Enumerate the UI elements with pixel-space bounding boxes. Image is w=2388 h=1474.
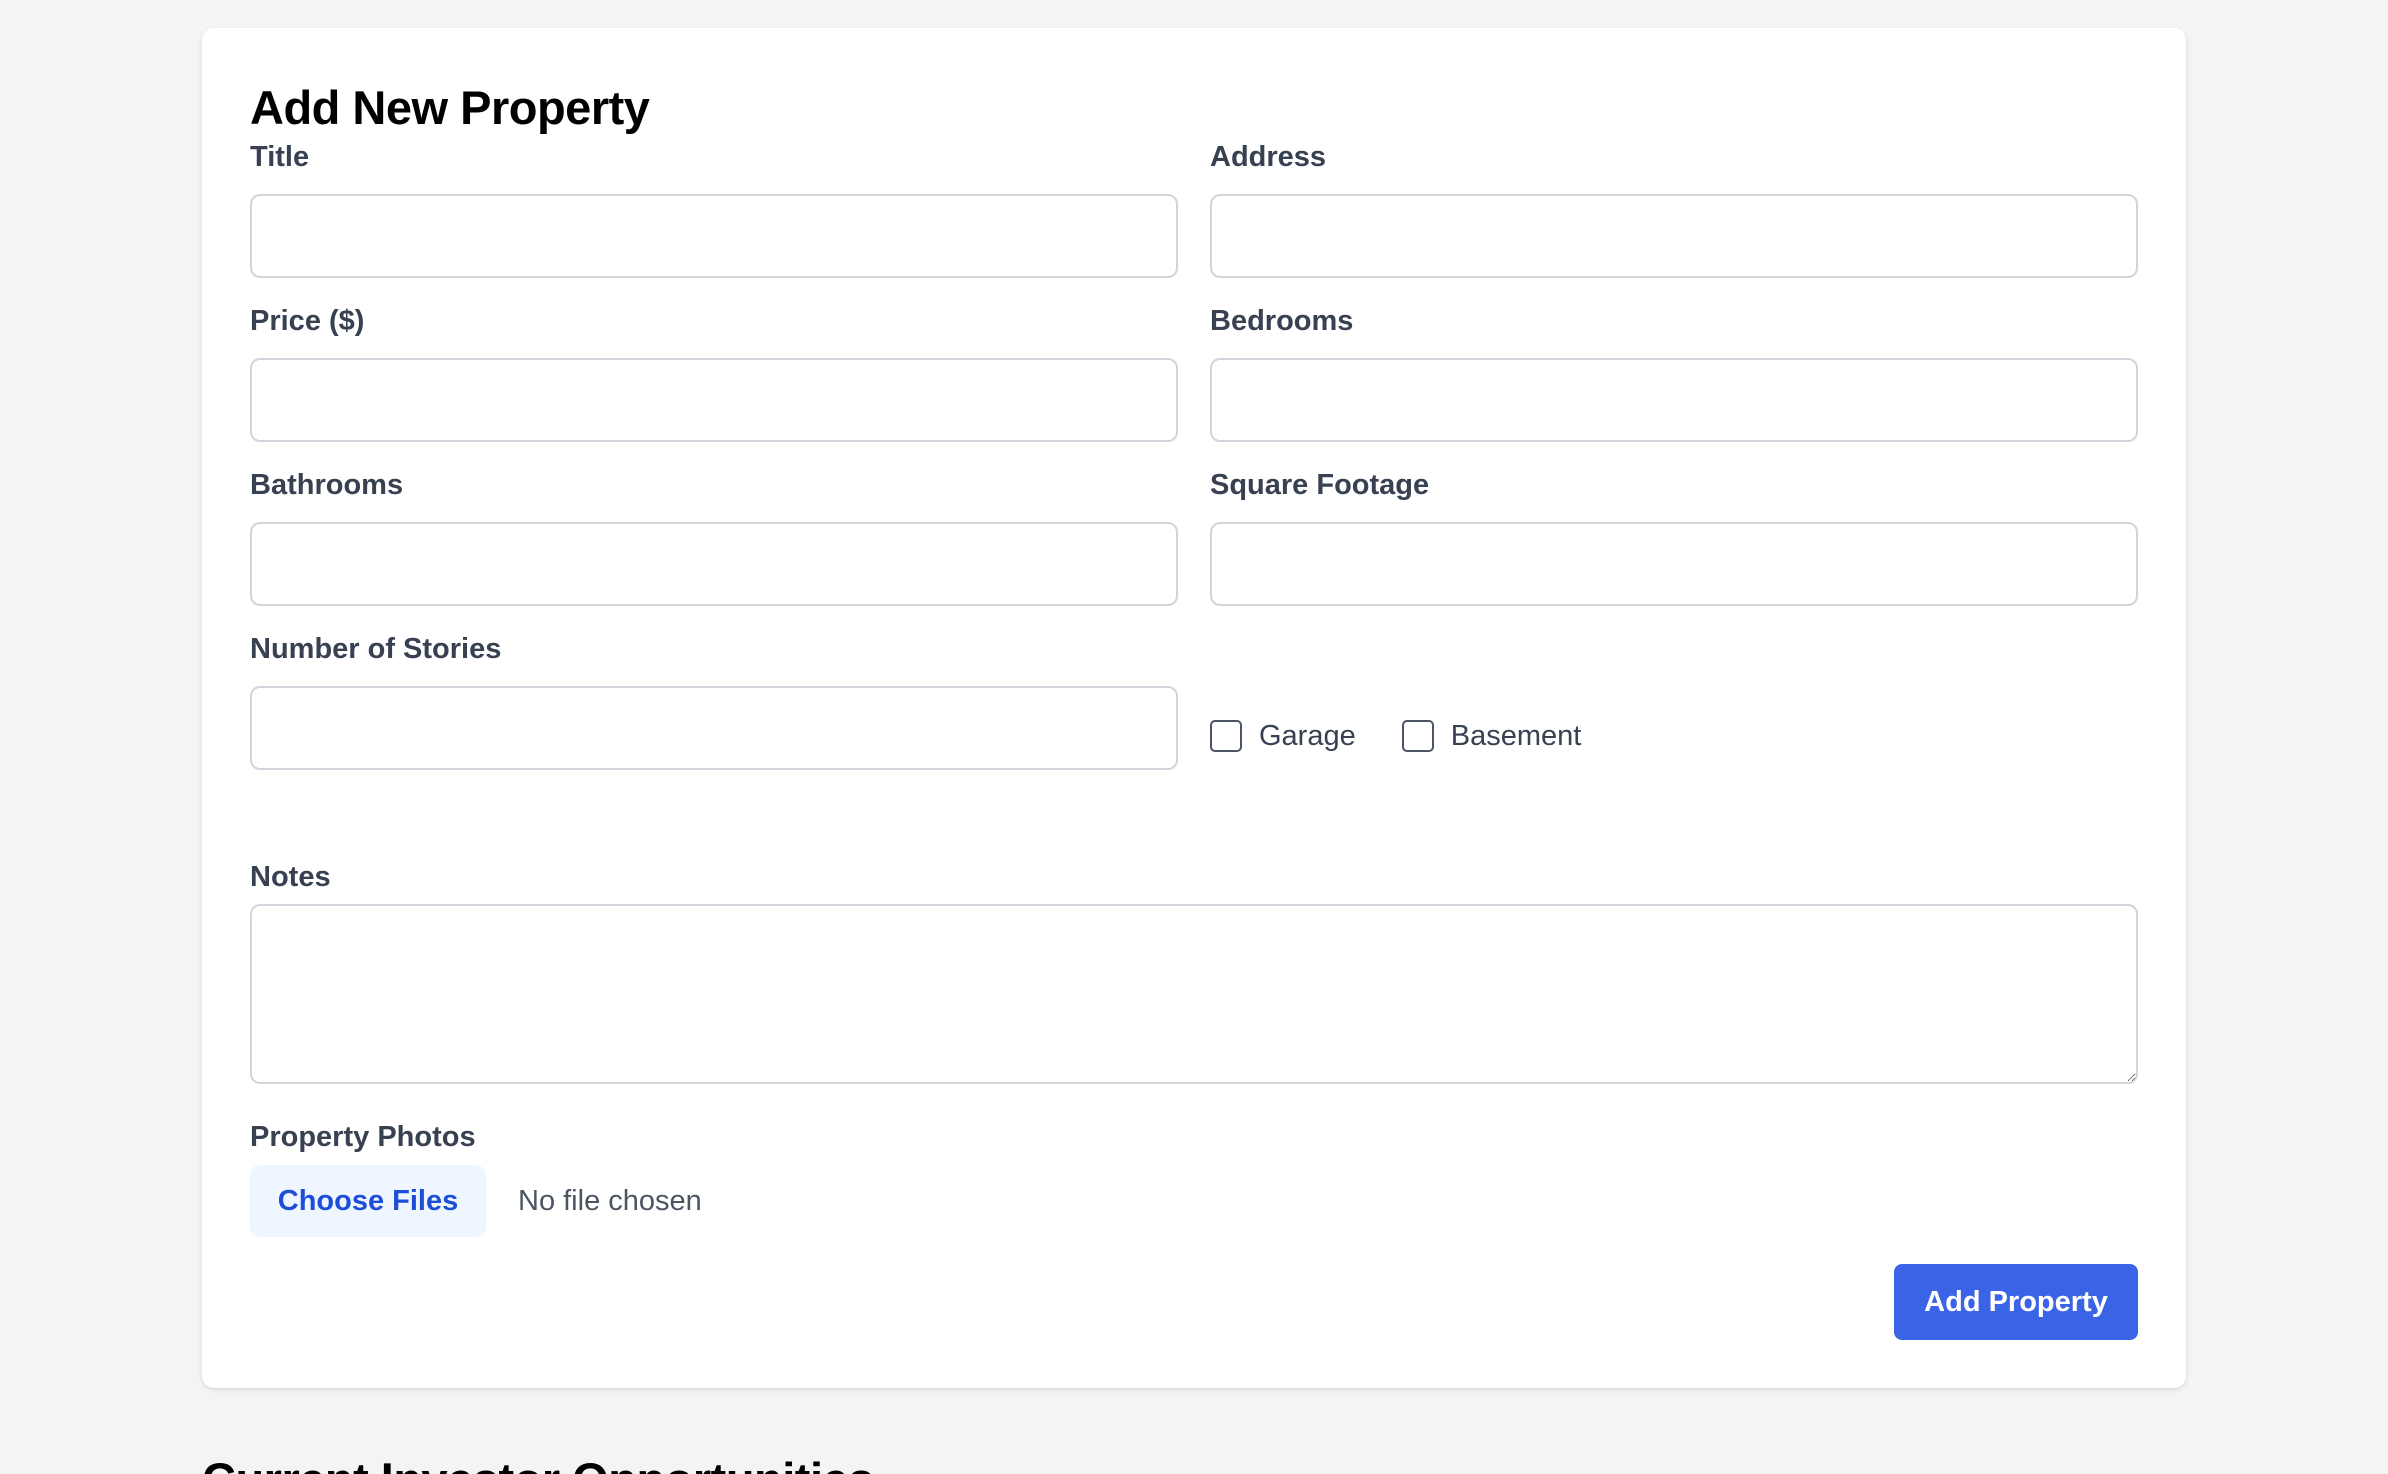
price-input[interactable] <box>250 358 1178 442</box>
bedrooms-field: Bedrooms <box>1210 304 2138 442</box>
add-property-button[interactable]: Add Property <box>1894 1264 2138 1340</box>
price-field: Price ($) <box>250 304 1178 442</box>
garage-label: Garage <box>1259 719 1356 752</box>
price-label: Price ($) <box>250 305 365 337</box>
square-footage-input[interactable] <box>1210 522 2138 606</box>
title-label: Title <box>250 141 310 173</box>
notes-field: Notes <box>250 860 2138 1084</box>
property-photos-label: Property Photos <box>250 1121 476 1153</box>
square-footage-label: Square Footage <box>1210 469 1430 501</box>
file-status-text: No file chosen <box>518 1184 702 1217</box>
form-title: Add New Property <box>250 81 650 134</box>
address-label: Address <box>1210 141 1327 173</box>
amenities-checkboxes: Garage Basement <box>1210 714 1627 758</box>
bedrooms-input[interactable] <box>1210 358 2138 442</box>
garage-checkbox[interactable] <box>1210 720 1242 752</box>
title-field: Title <box>250 140 1178 278</box>
stories-field: Number of Stories <box>250 632 1178 770</box>
bathrooms-input[interactable] <box>250 522 1178 606</box>
page: Add New Property Title Address Price ($)… <box>0 0 2388 1474</box>
property-photos-field: Property Photos Choose Files No file cho… <box>250 1120 2138 1237</box>
file-input: Choose Files No file chosen <box>250 1165 702 1237</box>
notes-textarea[interactable] <box>250 904 2138 1084</box>
section-heading: Current Investor Opportunities <box>202 1452 874 1474</box>
basement-checkbox[interactable] <box>1401 720 1434 752</box>
garage-checkbox-item[interactable]: Garage <box>1210 720 1356 753</box>
address-field: Address <box>1210 140 2138 278</box>
stories-label: Number of Stories <box>250 633 502 665</box>
add-property-form: Add New Property Title Address Price ($)… <box>202 28 2186 1388</box>
stories-input[interactable] <box>250 686 1178 770</box>
square-footage-field: Square Footage <box>1210 468 2138 606</box>
bedrooms-label: Bedrooms <box>1210 305 1354 337</box>
basement-label: Basement <box>1450 719 1582 752</box>
bathrooms-label: Bathrooms <box>250 469 404 501</box>
title-input[interactable] <box>250 194 1178 278</box>
address-input[interactable] <box>1210 194 2138 278</box>
basement-checkbox-item[interactable]: Basement <box>1401 719 1582 753</box>
notes-label: Notes <box>250 861 331 893</box>
bathrooms-field: Bathrooms <box>250 468 1178 606</box>
choose-files-button[interactable]: Choose Files <box>250 1165 486 1237</box>
